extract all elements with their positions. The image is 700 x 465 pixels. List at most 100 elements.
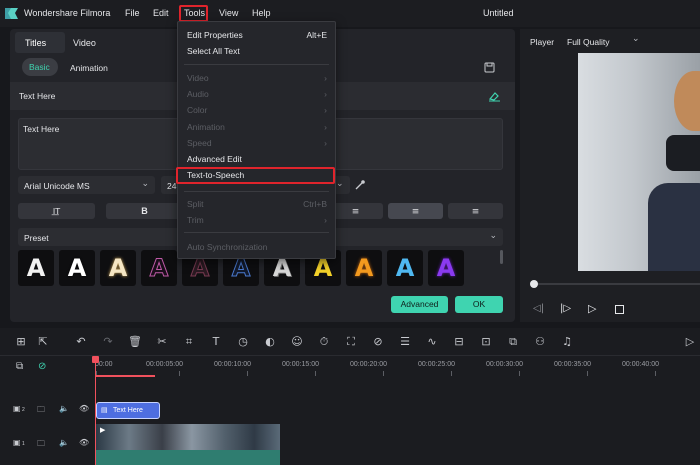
video-clip[interactable]: ▶ bbox=[96, 424, 280, 465]
ruler-tick-label: 00:00:35:00 bbox=[554, 361, 591, 368]
timeline-ruler[interactable] bbox=[95, 356, 700, 378]
playhead[interactable] bbox=[95, 356, 96, 465]
progress-handle[interactable] bbox=[530, 280, 538, 288]
filmora-logo-icon bbox=[5, 8, 18, 19]
align-justify-icon: ≡ bbox=[471, 207, 480, 217]
layout-grid-icon[interactable]: ⊞ bbox=[14, 335, 28, 349]
align-left-icon: ≡ bbox=[351, 207, 360, 217]
align-left-button[interactable]: ≡ bbox=[328, 203, 383, 219]
advanced-button[interactable]: Advanced bbox=[391, 296, 448, 313]
folder-icon[interactable]: 🗀 bbox=[37, 404, 45, 418]
tools-dropdown-menu: Edit Properties Alt+E Select All Text Video… bbox=[176, 21, 336, 259]
timer-icon[interactable]: ⏱ bbox=[317, 335, 331, 349]
eraser-icon[interactable] bbox=[488, 90, 501, 102]
eye-icon[interactable]: 👁 bbox=[79, 438, 89, 447]
emoji-icon[interactable]: ☺ bbox=[290, 335, 304, 349]
play-icon[interactable]: ▷ bbox=[588, 302, 596, 315]
preset-pink-outline[interactable]: A bbox=[141, 250, 177, 286]
wave-icon[interactable]: ∿ bbox=[425, 335, 439, 349]
preset-orange[interactable]: A bbox=[346, 250, 382, 286]
ok-button[interactable]: OK bbox=[455, 296, 503, 313]
menu-divider bbox=[184, 232, 329, 233]
text-clip-icon: ▤ bbox=[101, 406, 108, 414]
timeline-toolbar: ⊞ ⇱ ↶ ↷ 🗑 ✂ ⌗ T ◷ ◐ ☺ ⏱ ⛶ ⊘ ☰ ∿ ⊟ ⊡ ⧉ ⚇ … bbox=[0, 328, 700, 356]
menu-edit[interactable]: Edit bbox=[153, 8, 169, 18]
select-cursor-icon[interactable]: ⇱ bbox=[36, 335, 50, 349]
ruler-tick-mark bbox=[383, 371, 384, 376]
folder-icon[interactable]: 🗀 bbox=[37, 438, 45, 452]
speaker-icon[interactable]: 🔈 bbox=[59, 438, 69, 447]
tab-video[interactable]: Video bbox=[73, 38, 96, 48]
prev-frame-icon[interactable]: ◁| bbox=[533, 303, 544, 314]
chevron-down-icon: ⌄ bbox=[336, 179, 344, 189]
font-family-select[interactable]: Arial Unicode MS ⌄ bbox=[18, 176, 155, 194]
stop-icon[interactable] bbox=[615, 305, 624, 314]
ruler-tick-mark bbox=[587, 371, 588, 376]
menu-file[interactable]: File bbox=[125, 8, 140, 18]
chevron-right-icon: › bbox=[324, 215, 327, 225]
subtab-basic[interactable]: Basic bbox=[22, 58, 58, 76]
mask-icon[interactable]: ⊘ bbox=[371, 335, 385, 349]
menu-item-advanced-edit[interactable]: Advanced Edit bbox=[187, 154, 242, 164]
fit-icon[interactable]: ⛶ bbox=[344, 335, 358, 349]
ruler-tick-mark bbox=[655, 371, 656, 376]
next-frame-icon[interactable]: |▷ bbox=[560, 303, 571, 314]
track-1-type-icon: ▣ bbox=[13, 438, 21, 447]
ruler-tick-mark bbox=[451, 371, 452, 376]
chevron-down-icon: ⌄ bbox=[489, 231, 497, 241]
eyedropper-icon[interactable] bbox=[354, 179, 366, 191]
add-track-icon[interactable]: ⧉ bbox=[16, 361, 23, 372]
render-icon[interactable]: ▷ bbox=[683, 335, 697, 349]
preset-light-blue[interactable]: A bbox=[387, 250, 423, 286]
chevron-right-icon: › bbox=[324, 73, 327, 83]
playhead-handle[interactable] bbox=[92, 356, 99, 363]
tab-titles[interactable]: Titles bbox=[15, 32, 65, 53]
text-clip[interactable]: ▤ Text Here bbox=[96, 402, 160, 419]
bold-button[interactable]: B bbox=[106, 203, 183, 219]
undo-icon[interactable]: ↶ bbox=[74, 335, 88, 349]
stabilize-icon[interactable]: ⊡ bbox=[479, 335, 493, 349]
link-icon[interactable]: ⊘ bbox=[38, 361, 46, 372]
preset-purple[interactable]: A bbox=[428, 250, 464, 286]
subtab-animation[interactable]: Animation bbox=[70, 63, 108, 73]
menu-item-edit-properties[interactable]: Edit Properties bbox=[187, 30, 243, 40]
text-clip-label: Text Here bbox=[113, 407, 143, 414]
menu-view[interactable]: View bbox=[219, 8, 238, 18]
preset-white-outline[interactable]: A bbox=[59, 250, 95, 286]
timeline-panel: ⊞ ⇱ ↶ ↷ 🗑 ✂ ⌗ T ◷ ◐ ☺ ⏱ ⛶ ⊘ ☰ ∿ ⊟ ⊡ ⧉ ⚇ … bbox=[0, 328, 700, 465]
progress-track[interactable] bbox=[534, 283, 700, 285]
menu-help[interactable]: Help bbox=[252, 8, 271, 18]
track-1-index: 1 bbox=[22, 441, 25, 447]
ruler-tick-label: 00:00:05:00 bbox=[146, 361, 183, 368]
menu-item-select-all-text[interactable]: Select All Text bbox=[187, 46, 240, 56]
adjust-icon[interactable]: ☰ bbox=[398, 335, 412, 349]
scissors-icon[interactable]: ✂ bbox=[155, 335, 169, 349]
font-size-value: 24 bbox=[167, 181, 177, 191]
color-palette-icon[interactable]: ◐ bbox=[263, 335, 277, 349]
menu-item-auto-synchronization: Auto Synchronization bbox=[187, 242, 268, 252]
speaker-icon[interactable]: 🔈 bbox=[59, 404, 69, 413]
preset-white[interactable]: A bbox=[18, 250, 54, 286]
motion-icon[interactable]: ⧉ bbox=[506, 335, 520, 349]
preset-scrollbar[interactable] bbox=[500, 250, 503, 264]
align-justify-button[interactable]: ≡ bbox=[448, 203, 503, 219]
ai-icon[interactable]: ⚇ bbox=[533, 335, 547, 349]
save-icon[interactable] bbox=[484, 62, 495, 73]
ruler-tick-mark bbox=[179, 371, 180, 376]
text-icon[interactable]: T bbox=[209, 335, 223, 349]
delete-icon[interactable]: 🗑 bbox=[128, 335, 142, 349]
text-spacing-button[interactable]: I͟T bbox=[18, 203, 95, 219]
ruler-tick-mark bbox=[247, 371, 248, 376]
preset-cream-glow[interactable]: A bbox=[100, 250, 136, 286]
redo-icon[interactable]: ↷ bbox=[101, 335, 115, 349]
align-center-button[interactable]: ≡ bbox=[388, 203, 443, 219]
title-text-value: Text Here bbox=[23, 124, 60, 134]
text-section-label: Text Here bbox=[19, 91, 56, 101]
crop-icon[interactable]: ⌗ bbox=[182, 335, 196, 349]
audio-icon[interactable]: ♫ bbox=[560, 335, 574, 349]
speed-icon[interactable]: ◷ bbox=[236, 335, 250, 349]
text-spacing-icon: I͟T bbox=[52, 207, 61, 216]
quality-select[interactable]: Full Quality bbox=[567, 37, 610, 47]
eye-icon[interactable]: 👁 bbox=[79, 404, 89, 413]
split-screen-icon[interactable]: ⊟ bbox=[452, 335, 466, 349]
